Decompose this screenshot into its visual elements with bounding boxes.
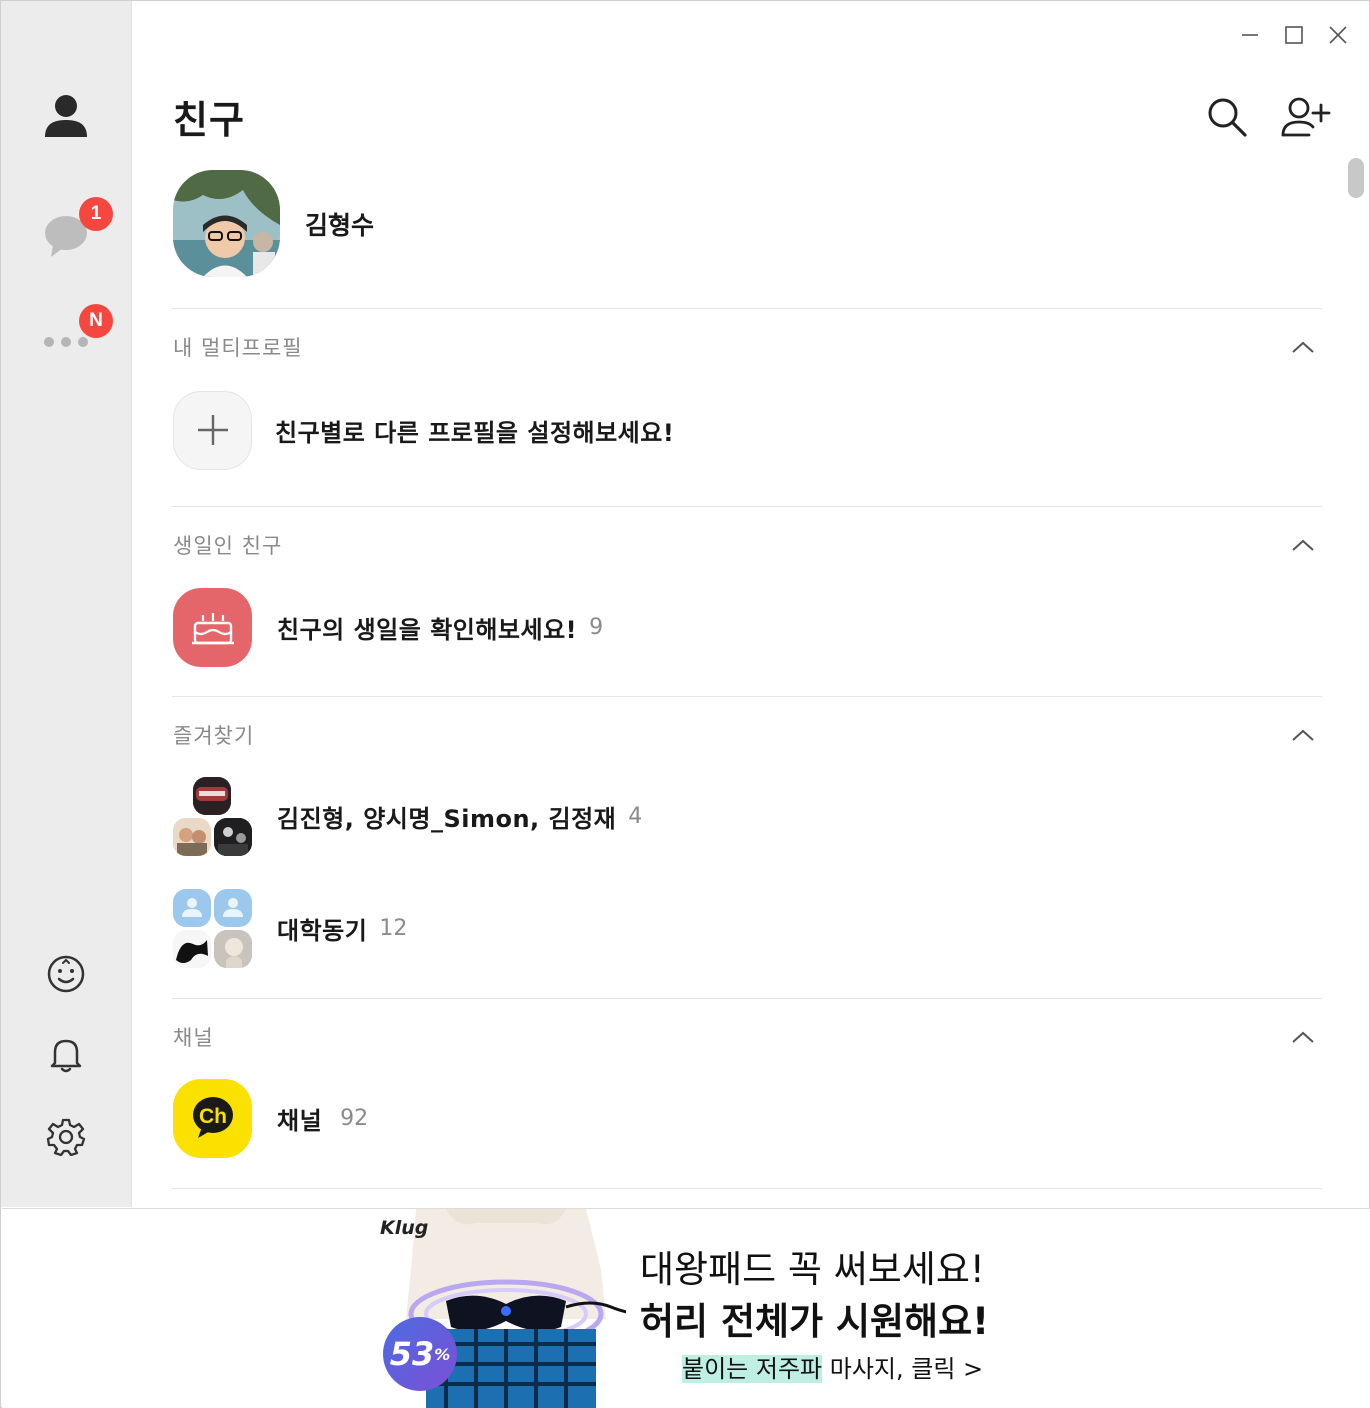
- group-avatar: [173, 888, 252, 968]
- section-favorites-header: 즐겨찾기: [173, 715, 1323, 755]
- person-icon: [45, 95, 87, 137]
- collapse-channel-button[interactable]: [1283, 1017, 1323, 1057]
- chevron-up-icon: [1292, 341, 1314, 353]
- row-label: 친구별로 다른 프로필을 설정해보세요!: [275, 418, 675, 447]
- add-friend-icon: [1281, 97, 1331, 137]
- section-title: 생일인 친구: [173, 534, 283, 558]
- channel-icon-text: Ch: [199, 1105, 227, 1128]
- member-avatar: [193, 776, 231, 815]
- member-avatar: [214, 929, 252, 968]
- sidebar: 1 N: [1, 1, 132, 1207]
- ad-cta[interactable]: 붙이는 저주파 마사지, 클릭 >: [682, 1349, 983, 1384]
- close-button[interactable]: [1318, 15, 1358, 55]
- maximize-button[interactable]: [1274, 15, 1314, 55]
- chevron-up-icon: [1292, 539, 1314, 551]
- my-profile[interactable]: 김형수: [173, 170, 374, 277]
- app-window: 1 N 친구 김형수 내 멀티프로필 친구별로 다른 프로필을 설정해보세요! …: [0, 0, 1370, 1408]
- ad-discount-value: 53: [389, 1335, 435, 1373]
- row-count: 9: [589, 614, 604, 640]
- default-avatar-icon: [173, 888, 211, 927]
- row-label: 친구의 생일을 확인해보세요!: [277, 615, 578, 644]
- page-title: 친구: [173, 98, 245, 142]
- bell-icon: [50, 1039, 82, 1073]
- birthday-row[interactable]: 친구의 생일을 확인해보세요! 9: [173, 587, 603, 667]
- section-title: 즐겨찾기: [173, 724, 255, 748]
- ad-brand: Klug: [380, 1217, 429, 1239]
- chats-badge: 1: [79, 197, 113, 231]
- favorite-group-row[interactable]: 김진형, 양시명_Simon, 김정재 4: [173, 776, 642, 856]
- channel-row[interactable]: Ch 채널 92: [173, 1078, 368, 1158]
- ad-discount-badge: 53%: [383, 1317, 457, 1391]
- section-channel-header: 채널: [173, 1017, 1323, 1057]
- plus-icon: [197, 415, 228, 445]
- favorite-group-row[interactable]: 대학동기 12: [173, 888, 407, 968]
- birthday-cake-icon: [173, 587, 252, 667]
- section-multi-profile-header: 내 멀티프로필: [173, 327, 1323, 367]
- maximize-icon: [1285, 26, 1303, 44]
- sidebar-item-settings[interactable]: [31, 1101, 101, 1171]
- row-count: 92: [340, 1105, 369, 1131]
- gear-icon: [46, 1118, 86, 1156]
- scrollbar-track[interactable]: [1342, 151, 1366, 1207]
- section-title: 채널: [173, 1026, 214, 1050]
- channel-icon: Ch: [173, 1078, 252, 1158]
- my-profile-avatar: [173, 170, 280, 277]
- add-multi-profile-button[interactable]: [173, 390, 252, 470]
- search-button[interactable]: [1199, 89, 1255, 145]
- search-icon: [1208, 98, 1247, 137]
- divider: [172, 506, 1322, 507]
- minimize-icon: [1242, 34, 1258, 36]
- divider: [172, 308, 1322, 309]
- row-label: 김진형, 양시명_Simon, 김정재: [277, 804, 617, 833]
- close-icon: [1329, 26, 1347, 44]
- collapse-favorites-button[interactable]: [1283, 715, 1323, 755]
- collapse-multi-profile-button[interactable]: [1283, 327, 1323, 367]
- member-avatar: [214, 817, 252, 856]
- member-avatar: [173, 817, 211, 856]
- more-badge: N: [79, 304, 113, 338]
- ad-headline: 대왕패드 꼭 써보세요!: [640, 1248, 985, 1291]
- ad-subheadline: 허리 전체가 시원해요!: [640, 1300, 989, 1343]
- my-profile-name: 김형수: [305, 210, 375, 240]
- divider: [172, 696, 1322, 697]
- create-multi-profile-row[interactable]: 친구별로 다른 프로필을 설정해보세요!: [173, 390, 674, 470]
- ad-cta-highlight: 붙이는 저주파: [682, 1355, 823, 1383]
- chevron-up-icon: [1292, 1031, 1314, 1043]
- smiley-icon: [47, 955, 85, 993]
- minimize-button[interactable]: [1230, 15, 1270, 55]
- ad-cta-rest: 마사지, 클릭 >: [822, 1355, 984, 1383]
- row-label: 채널: [277, 1106, 323, 1135]
- sidebar-item-friends[interactable]: [31, 81, 101, 151]
- row-count: 4: [628, 803, 643, 829]
- divider: [172, 998, 1322, 999]
- sidebar-item-emoticon[interactable]: [31, 939, 101, 1009]
- section-title: 내 멀티프로필: [173, 336, 303, 360]
- ad-banner[interactable]: Klug 53% 대왕패드 꼭 써보세요! 허리 전체가 시원해요! 붙이는 저…: [2, 1208, 1370, 1408]
- row-count: 12: [379, 915, 408, 941]
- group-avatar: [173, 776, 252, 856]
- chevron-up-icon: [1292, 729, 1314, 741]
- section-birthday-header: 생일인 친구: [173, 525, 1323, 565]
- friends-list: 김형수 내 멀티프로필 친구별로 다른 프로필을 설정해보세요! 생일인 친구: [132, 151, 1342, 1207]
- scrollbar-thumb[interactable]: [1348, 158, 1364, 198]
- default-avatar-icon: [214, 888, 252, 927]
- member-avatar: [173, 929, 211, 968]
- more-dots-icon: [44, 337, 88, 347]
- sidebar-item-notifications[interactable]: [31, 1019, 101, 1089]
- divider: [172, 1188, 1322, 1189]
- ad-discount-unit: %: [434, 1344, 451, 1364]
- row-label: 대학동기: [277, 916, 368, 945]
- add-friend-button[interactable]: [1277, 89, 1333, 145]
- collapse-birthday-button[interactable]: [1283, 525, 1323, 565]
